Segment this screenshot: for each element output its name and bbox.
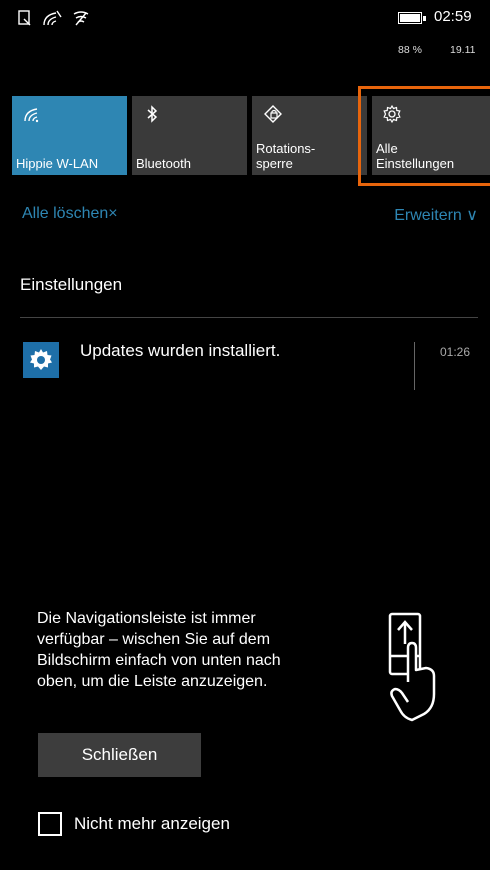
tile-label: Hippie W-LAN [16, 156, 99, 171]
tile-label: Bluetooth [136, 156, 191, 171]
rotation-lock-icon [262, 104, 282, 124]
quick-action-wifi[interactable]: Hippie W-LAN [12, 96, 127, 175]
clock: 02:59 [434, 8, 472, 25]
clear-all-link[interactable]: Alle löschen× [22, 205, 118, 223]
notification-text[interactable]: Updates wurden installiert. [80, 341, 280, 361]
status-bar: 02:59 88 % 19.11 [0, 0, 490, 70]
bluetooth-icon [142, 104, 162, 124]
notification-group-title: Einstellungen [20, 275, 123, 294]
close-button[interactable]: Schließen [38, 733, 201, 777]
quick-action-rotation-lock[interactable]: Rotations- sperre [252, 96, 367, 175]
wifi-icon [72, 10, 90, 26]
highlight-box [358, 86, 490, 186]
notification-time: 01:26 [440, 345, 471, 359]
quick-action-bluetooth[interactable]: Bluetooth [132, 96, 247, 175]
tile-label: Rotations- sperre [256, 141, 316, 171]
divider [20, 317, 478, 318]
wifi-icon [22, 104, 42, 124]
divider [414, 342, 415, 390]
swipe-up-phone-icon [382, 612, 442, 729]
signal-icon [42, 10, 62, 26]
notification-app-icon[interactable] [23, 342, 59, 378]
navigation-bar-tip: Die Navigationsleiste ist immer verfügba… [37, 610, 281, 690]
notification-icon [18, 10, 32, 26]
battery-icon [398, 12, 426, 24]
status-icons [18, 10, 90, 26]
close-icon: × [108, 205, 118, 222]
chevron-down-icon: ∨ [466, 207, 478, 224]
gear-icon [30, 349, 52, 370]
date: 19.11 [450, 44, 476, 56]
expand-link[interactable]: Erweitern ∨ [394, 205, 478, 225]
battery-percent: 88 % [398, 44, 422, 56]
dont-show-again-checkbox[interactable] [38, 812, 62, 836]
dont-show-again-label[interactable]: Nicht mehr anzeigen [74, 814, 230, 834]
action-links: Alle löschen× Erweitern ∨ [0, 205, 490, 229]
